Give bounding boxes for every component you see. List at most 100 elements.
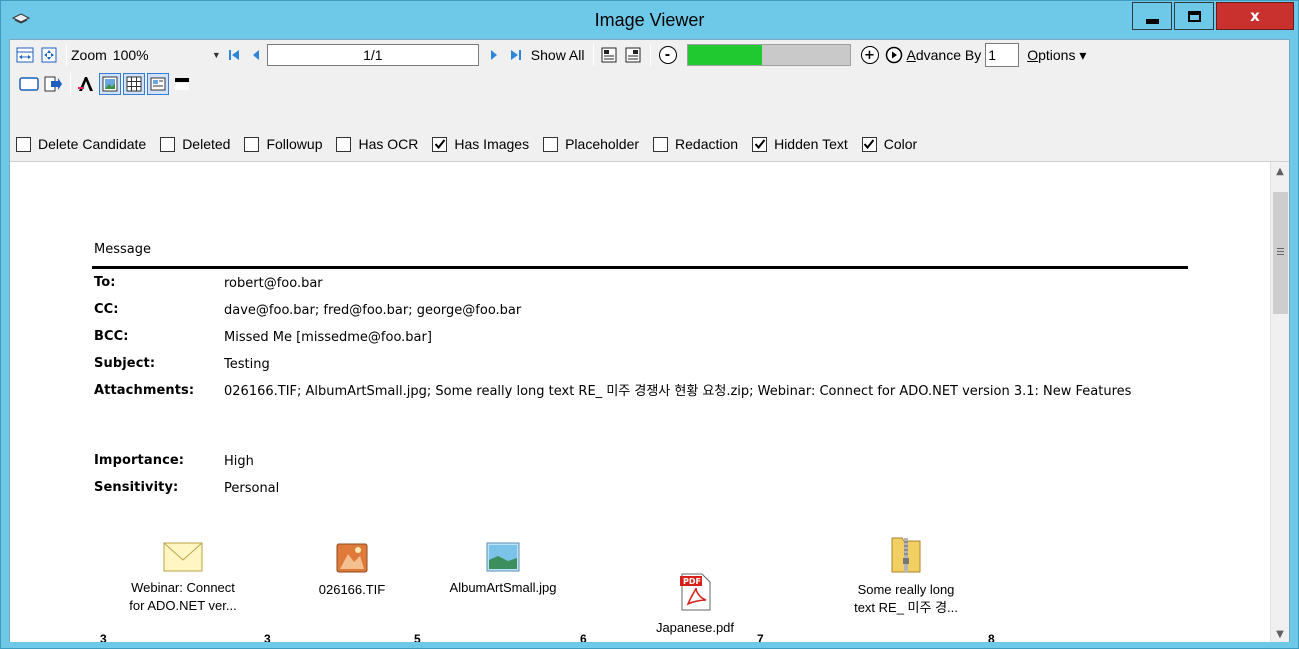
options-menu-button[interactable]: Options ▾	[1027, 47, 1086, 64]
flag-checkbox[interactable]: Color	[861, 136, 918, 152]
main-toolbar: Zoom 100% ▼ 1/1 Show All - + Advance By …	[10, 40, 1289, 70]
flag-checkbox[interactable]: Has Images	[432, 136, 529, 152]
flag-checkbox[interactable]: Placeholder	[543, 136, 639, 152]
flag-label: Placeholder	[565, 136, 640, 152]
checkbox-empty-icon[interactable]	[653, 136, 669, 152]
close-button[interactable]: x	[1216, 2, 1294, 30]
attachment-name: Webinar: Connect	[131, 580, 235, 595]
checkbox-empty-icon[interactable]	[160, 136, 176, 152]
title-bar[interactable]: Image Viewer x	[1, 1, 1298, 39]
flag-checkbox[interactable]: Followup	[244, 136, 322, 152]
heading-rule	[92, 266, 1188, 269]
pdf-icon: PDF	[635, 572, 755, 615]
flag-checkbox[interactable]: Delete Candidate	[16, 136, 146, 152]
zoom-slider-fill	[687, 45, 763, 65]
flag-label: Redaction	[675, 136, 739, 152]
previous-page-icon	[252, 50, 259, 60]
attachment-item[interactable]: Webinar: Connect for ADO.NET ver...	[108, 542, 258, 615]
attachment-item[interactable]: AlbumArtSmall.jpg	[428, 542, 578, 597]
scroll-down-icon[interactable]: ▼	[1271, 625, 1289, 642]
vertical-scrollbar[interactable]: ▲ ▼	[1270, 162, 1289, 642]
grid-icon[interactable]	[123, 73, 145, 95]
text-highlight-icon[interactable]	[75, 73, 97, 95]
flag-checkbox[interactable]: Has OCR	[336, 136, 418, 152]
attachment-page-number: 7	[757, 632, 764, 642]
chevron-down-icon: ▾	[1079, 46, 1087, 63]
page-number-input[interactable]: 1/1	[266, 44, 479, 66]
flag-label: Hidden Text	[774, 136, 848, 152]
minimize-button[interactable]	[1132, 2, 1172, 30]
attachment-name: Some really long	[857, 582, 955, 597]
toolbar-separator	[649, 44, 651, 66]
attachment-name-continued: for ADO.NET ver...	[129, 598, 237, 613]
field-value: Missed Me [missedme@foo.bar]	[224, 330, 432, 345]
zoom-slider[interactable]	[686, 44, 851, 66]
checkbox-checked-icon[interactable]	[432, 136, 448, 152]
attachment-item[interactable]: 026166.TIF	[292, 542, 412, 599]
scroll-grip-icon	[1277, 248, 1284, 255]
advance-by-input[interactable]: 1	[985, 43, 1020, 67]
color-swatch-icon[interactable]	[171, 73, 193, 95]
flag-checkbox[interactable]: Redaction	[653, 136, 738, 152]
page-layout-icon[interactable]	[598, 44, 620, 66]
show-all-button[interactable]: Show All	[531, 47, 585, 63]
checkbox-checked-icon[interactable]	[752, 136, 768, 152]
next-page-icon	[490, 50, 497, 60]
fit-width-icon[interactable]	[14, 44, 36, 66]
attachment-name: Japanese.pdf	[655, 620, 735, 635]
attachment-page-number: 3	[264, 632, 271, 642]
flag-label: Has OCR	[358, 136, 419, 152]
previous-page-button[interactable]	[245, 44, 267, 66]
toolbar-separator	[70, 73, 71, 95]
field-label: BCC:	[94, 329, 129, 344]
maximize-button[interactable]	[1174, 2, 1214, 30]
flag-checkbox[interactable]: Deleted	[160, 136, 230, 152]
envelope-icon	[108, 542, 258, 575]
blank-page-icon[interactable]	[18, 73, 40, 95]
show-images-icon[interactable]	[99, 73, 121, 95]
zoom-out-button[interactable]: -	[658, 46, 677, 64]
page-properties-icon[interactable]	[622, 44, 644, 66]
toolbar-separator	[66, 44, 67, 66]
attachment-item[interactable]: Some really long text RE_ 미주 경...	[826, 534, 986, 617]
checkbox-empty-icon[interactable]	[244, 136, 260, 152]
zoom-in-button[interactable]: +	[860, 46, 879, 64]
minimize-icon	[1145, 18, 1159, 24]
attachment-name-continued: text RE_ 미주 경...	[854, 600, 958, 615]
first-page-icon	[228, 50, 239, 60]
field-label: CC:	[94, 302, 119, 317]
flag-label: Has Images	[454, 136, 530, 152]
export-icon[interactable]	[42, 73, 64, 95]
last-page-button[interactable]	[505, 44, 527, 66]
viewer-client-area: Zoom 100% ▼ 1/1 Show All - + Advance By …	[9, 39, 1290, 642]
field-label: Sensitivity:	[94, 480, 179, 495]
field-value: Testing	[224, 357, 270, 372]
field-value: robert@foo.bar	[224, 276, 323, 291]
image-text-icon[interactable]	[147, 73, 169, 95]
zoom-value: 100%	[112, 47, 149, 63]
checkbox-empty-icon[interactable]	[16, 136, 31, 152]
close-icon: x	[1250, 7, 1260, 25]
play-icon[interactable]	[883, 44, 905, 66]
field-value: dave@foo.bar; fred@foo.bar; george@foo.b…	[224, 303, 522, 318]
checkbox-empty-icon[interactable]	[336, 136, 352, 152]
scroll-up-icon[interactable]: ▲	[1271, 162, 1289, 180]
first-page-button[interactable]	[223, 44, 245, 66]
attachment-item[interactable]: PDF Japanese.pdf	[635, 572, 755, 637]
zoom-label: Zoom	[71, 47, 107, 63]
checkbox-checked-icon[interactable]	[861, 136, 877, 152]
checkbox-empty-icon[interactable]	[543, 136, 559, 152]
document-viewer[interactable]: Message To: robert@foo.bar CC: dave@foo.bar…	[10, 161, 1289, 642]
fit-page-icon[interactable]	[38, 44, 60, 66]
flag-label: Followup	[266, 136, 323, 152]
flag-label: Color	[883, 136, 918, 152]
next-page-button[interactable]	[483, 44, 505, 66]
message-heading: Message	[94, 242, 151, 257]
flag-checkbox[interactable]: Hidden Text	[752, 136, 848, 152]
field-label: Attachments:	[94, 383, 195, 398]
flag-label: Deleted	[182, 136, 231, 152]
toolbar-separator	[592, 44, 594, 66]
chevron-down-icon: ▼	[211, 50, 221, 60]
zoom-dropdown[interactable]: 100% ▼	[111, 44, 223, 66]
scrollbar-thumb[interactable]	[1273, 192, 1288, 314]
